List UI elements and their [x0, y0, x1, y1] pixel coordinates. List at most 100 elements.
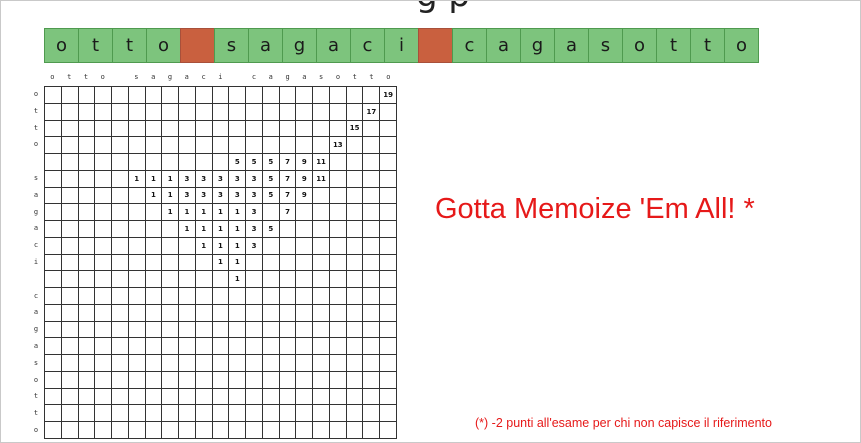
table-cell: 3	[246, 170, 263, 188]
column-header: c	[201, 73, 206, 81]
table-cell	[262, 321, 280, 339]
table-cell	[346, 271, 364, 289]
table-cell	[112, 120, 129, 138]
table-cell	[128, 237, 146, 255]
table-cell	[61, 288, 79, 305]
table-cell	[128, 137, 146, 155]
table-cell	[380, 120, 397, 138]
table-cell: 1	[145, 187, 163, 205]
table-cell	[45, 120, 62, 138]
table-cell	[78, 87, 96, 104]
column-header: a	[302, 73, 307, 81]
table-cell	[346, 371, 364, 389]
table-cell: 3	[179, 170, 196, 188]
table-cell	[212, 154, 230, 171]
table-cell	[279, 221, 297, 238]
table-cell	[262, 120, 280, 138]
table-cell	[162, 87, 180, 104]
table-cell	[313, 321, 330, 339]
table-cell	[246, 288, 263, 305]
table-cell	[95, 187, 113, 205]
table-cell	[112, 170, 129, 188]
table-cell	[145, 103, 163, 121]
table-cell	[78, 371, 96, 389]
table-cell	[145, 237, 163, 255]
table-cell: 7	[279, 187, 297, 205]
table-cell	[128, 204, 146, 222]
table-cell	[162, 271, 180, 289]
table-cell	[145, 338, 163, 356]
table-cell	[296, 321, 314, 339]
table-cell	[195, 254, 213, 272]
table-cell	[296, 405, 314, 423]
table-cell	[61, 304, 79, 322]
table-cell	[296, 288, 314, 305]
table-cell	[363, 405, 381, 423]
table-cell	[162, 154, 180, 171]
column-header: g	[167, 73, 173, 81]
row-header: c	[33, 291, 39, 300]
table-cell	[262, 355, 280, 372]
table-cell	[61, 254, 79, 272]
table-cell	[212, 120, 230, 138]
table-cell	[363, 321, 381, 339]
column-header: t	[83, 73, 89, 81]
table-cell	[78, 321, 96, 339]
column-header: t	[67, 73, 72, 81]
row-header: t	[33, 409, 39, 418]
table-cell: 5	[262, 154, 280, 171]
row-header: a	[33, 190, 39, 199]
table-cell	[145, 355, 163, 372]
table-cell	[346, 237, 364, 255]
table-cell	[45, 321, 62, 339]
table-cell	[179, 288, 196, 305]
table-cell	[195, 103, 213, 121]
table-cell	[212, 405, 230, 423]
table-cell	[346, 338, 364, 356]
table-cell	[313, 304, 330, 322]
table-cell	[61, 371, 79, 389]
slide: g p ottosagacicagasotto ottosagacicagaso…	[0, 0, 861, 443]
table-cell	[179, 388, 196, 406]
table-cell	[313, 103, 330, 121]
table-cell: 5	[262, 170, 280, 188]
table-cell	[212, 355, 230, 372]
table-cell	[78, 271, 96, 289]
table-cell	[78, 355, 96, 372]
table-cell	[212, 288, 230, 305]
row-header: o	[33, 140, 39, 149]
table-cell	[112, 254, 129, 272]
table-cell	[112, 237, 129, 255]
row-header: g	[33, 325, 39, 334]
table-cell	[279, 422, 297, 439]
row-header: o	[33, 375, 39, 384]
table-cell	[128, 321, 146, 339]
table-cell	[363, 170, 381, 188]
table-cell	[195, 321, 213, 339]
table-cell	[363, 204, 381, 222]
table-cell	[346, 355, 364, 372]
table-cell	[313, 87, 330, 104]
table-cell	[329, 237, 347, 255]
table-cell	[279, 388, 297, 406]
table-cell	[329, 170, 347, 188]
table-cell	[162, 304, 180, 322]
row-header: g	[33, 207, 39, 216]
table-cell	[279, 355, 297, 372]
table-cell: 1	[229, 237, 247, 255]
table-cell	[112, 422, 129, 439]
table-cell: 3	[246, 204, 263, 222]
table-cell	[179, 154, 196, 171]
table-cell	[279, 120, 297, 138]
table-cell	[145, 321, 163, 339]
table-cell	[145, 137, 163, 155]
table-cell	[363, 304, 381, 322]
column-header	[111, 73, 128, 85]
table-cell	[195, 271, 213, 289]
table-cell	[61, 338, 79, 356]
table-cell	[246, 254, 263, 272]
table-cell	[95, 154, 113, 171]
table-cell	[95, 120, 113, 138]
table-cell	[78, 388, 96, 406]
row-header: c	[33, 241, 39, 250]
